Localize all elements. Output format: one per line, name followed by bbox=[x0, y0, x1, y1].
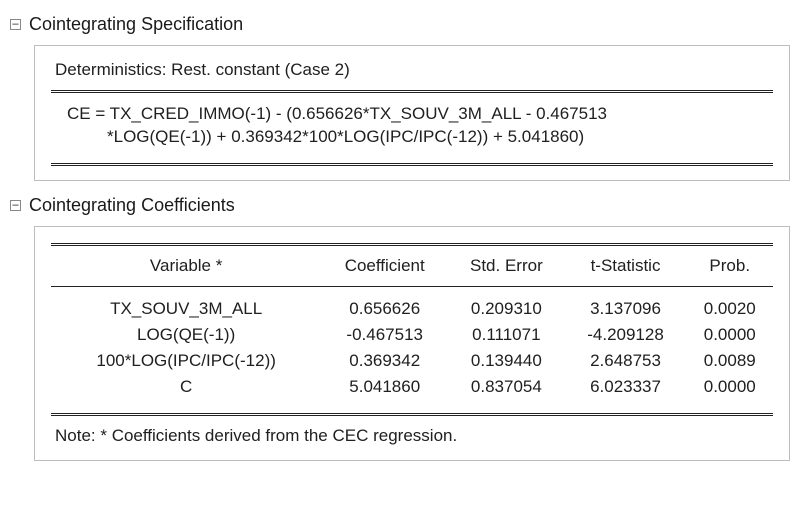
cell-variable: LOG(QE(-1)) bbox=[51, 322, 321, 348]
coef-panel: Variable * Coefficient Std. Error t-Stat… bbox=[34, 226, 790, 461]
cell-prob: 0.0020 bbox=[686, 287, 773, 322]
table-header-row: Variable * Coefficient Std. Error t-Stat… bbox=[51, 246, 773, 286]
cointegration-equation: CE = TX_CRED_IMMO(-1) - (0.656626*TX_SOU… bbox=[51, 93, 773, 159]
coefficients-note: Note: * Coefficients derived from the CE… bbox=[51, 416, 773, 446]
cell-coefficient: -0.467513 bbox=[321, 322, 448, 348]
cell-stderr: 0.139440 bbox=[448, 348, 564, 374]
cell-tstat: 3.137096 bbox=[565, 287, 687, 322]
cell-tstat: 6.023337 bbox=[565, 374, 687, 409]
coef-section-title: Cointegrating Coefficients bbox=[29, 195, 235, 216]
spec-section-title: Cointegrating Specification bbox=[29, 14, 243, 35]
cell-coefficient: 0.369342 bbox=[321, 348, 448, 374]
table-body: TX_SOUV_3M_ALL 0.656626 0.209310 3.13709… bbox=[51, 287, 773, 409]
col-tstat: t-Statistic bbox=[565, 246, 687, 286]
equation-line-2: *LOG(QE(-1)) + 0.369342*100*LOG(IPC/IPC(… bbox=[67, 126, 769, 149]
spec-toggle-icon[interactable]: − bbox=[10, 19, 21, 30]
cell-prob: 0.0089 bbox=[686, 348, 773, 374]
col-stderr: Std. Error bbox=[448, 246, 564, 286]
coef-section-header: − Cointegrating Coefficients bbox=[10, 195, 790, 216]
cell-tstat: 2.648753 bbox=[565, 348, 687, 374]
cell-prob: 0.0000 bbox=[686, 322, 773, 348]
cell-coefficient: 0.656626 bbox=[321, 287, 448, 322]
equation-line-1: CE = TX_CRED_IMMO(-1) - (0.656626*TX_SOU… bbox=[67, 104, 607, 123]
col-variable: Variable * bbox=[51, 246, 321, 286]
cell-variable: C bbox=[51, 374, 321, 409]
coef-toggle-icon[interactable]: − bbox=[10, 200, 21, 211]
cell-stderr: 0.209310 bbox=[448, 287, 564, 322]
coefficients-table: Variable * Coefficient Std. Error t-Stat… bbox=[51, 246, 773, 409]
cell-variable: 100*LOG(IPC/IPC(-12)) bbox=[51, 348, 321, 374]
cell-tstat: -4.209128 bbox=[565, 322, 687, 348]
col-coefficient: Coefficient bbox=[321, 246, 448, 286]
cell-stderr: 0.111071 bbox=[448, 322, 564, 348]
table-row: LOG(QE(-1)) -0.467513 0.111071 -4.209128… bbox=[51, 322, 773, 348]
spec-section-header: − Cointegrating Specification bbox=[10, 14, 790, 35]
cell-coefficient: 5.041860 bbox=[321, 374, 448, 409]
table-row: 100*LOG(IPC/IPC(-12)) 0.369342 0.139440 … bbox=[51, 348, 773, 374]
deterministics-text: Deterministics: Rest. constant (Case 2) bbox=[51, 58, 773, 86]
col-prob: Prob. bbox=[686, 246, 773, 286]
cell-variable: TX_SOUV_3M_ALL bbox=[51, 287, 321, 322]
rule bbox=[51, 163, 773, 166]
spec-panel: Deterministics: Rest. constant (Case 2) … bbox=[34, 45, 790, 181]
cell-prob: 0.0000 bbox=[686, 374, 773, 409]
cell-stderr: 0.837054 bbox=[448, 374, 564, 409]
table-row: C 5.041860 0.837054 6.023337 0.0000 bbox=[51, 374, 773, 409]
table-row: TX_SOUV_3M_ALL 0.656626 0.209310 3.13709… bbox=[51, 287, 773, 322]
